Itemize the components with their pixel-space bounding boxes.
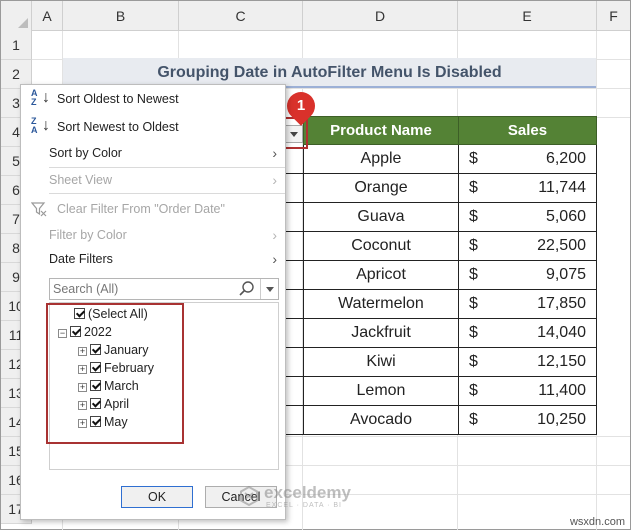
row-header-1[interactable]: 1 <box>1 31 32 60</box>
sales-value: 12,150 <box>537 353 586 370</box>
menu-separator <box>49 193 285 194</box>
table-row: Guava $5,060 <box>303 202 597 232</box>
header-sales[interactable]: Sales <box>458 116 597 145</box>
product-name-cell[interactable]: Jackfruit <box>303 318 459 348</box>
currency-symbol: $ <box>469 353 478 370</box>
sales-table: Product Name Sales Apple $6,200 Orange $… <box>303 116 597 435</box>
watermark-name: exceldemy <box>264 483 351 502</box>
table-row: Jackfruit $14,040 <box>303 318 597 348</box>
sales-cell[interactable]: $11,744 <box>458 173 597 203</box>
table-row: Avocado $10,250 <box>303 405 597 435</box>
clear-filter: Clear Filter From "Order Date" <box>21 197 285 221</box>
header-product-name[interactable]: Product Name <box>303 116 459 145</box>
table-row: Apricot $9,075 <box>303 260 597 290</box>
chevron-right-icon: › <box>272 227 277 243</box>
sales-value: 10,250 <box>537 411 586 428</box>
currency-symbol: $ <box>469 237 478 254</box>
product-name-cell[interactable]: Lemon <box>303 376 459 406</box>
watermark-tagline: EXCEL · DATA · BI <box>266 502 342 509</box>
sheet-view-label: Sheet View <box>49 173 113 187</box>
column-header-f[interactable]: F <box>597 1 630 31</box>
column-header-b[interactable]: B <box>63 1 179 31</box>
sort-oldest-to-newest[interactable]: A Z ↓ Sort Oldest to Newest <box>21 87 285 111</box>
sort-newest-to-oldest[interactable]: Z A ↓ Sort Newest to Oldest <box>21 115 285 139</box>
currency-symbol: $ <box>469 295 478 312</box>
table-row: Orange $11,744 <box>303 173 597 203</box>
sales-cell[interactable]: $9,075 <box>458 260 597 290</box>
table-row: Lemon $11,400 <box>303 376 597 406</box>
table-row: Kiwi $12,150 <box>303 347 597 377</box>
product-name-cell[interactable]: Orange <box>303 173 459 203</box>
sales-value: 5,060 <box>545 208 586 225</box>
ok-button[interactable]: OK <box>121 486 193 508</box>
sales-cell[interactable]: $5,060 <box>458 202 597 232</box>
sales-value: 11,400 <box>538 382 586 399</box>
sort-oldest-label: Sort Oldest to Newest <box>57 92 179 106</box>
sales-cell[interactable]: $12,150 <box>458 347 597 377</box>
column-header-d[interactable]: D <box>303 1 458 31</box>
product-name-cell[interactable]: Kiwi <box>303 347 459 377</box>
table-row: Apple $6,200 <box>303 144 597 174</box>
clear-filter-label: Clear Filter From "Order Date" <box>57 202 225 216</box>
select-all-corner[interactable] <box>1 1 32 31</box>
chevron-right-icon: › <box>272 145 277 161</box>
filter-by-color: Filter by Color › <box>21 223 285 247</box>
search-dropdown-button[interactable] <box>260 279 278 299</box>
product-name-cell[interactable]: Apple <box>303 144 459 174</box>
currency-symbol: $ <box>469 324 478 341</box>
sort-ascending-icon: A Z ↓ <box>31 88 50 107</box>
step-callout-number: 1 <box>296 97 306 114</box>
sales-value: 22,500 <box>537 237 586 254</box>
search-icon <box>239 281 254 296</box>
chevron-right-icon: › <box>272 172 277 188</box>
currency-symbol: $ <box>469 382 478 399</box>
sales-value: 17,850 <box>537 295 586 312</box>
product-name-cell[interactable]: Guava <box>303 202 459 232</box>
sales-cell[interactable]: $17,850 <box>458 289 597 319</box>
site-watermark: wsxdn.com <box>569 516 625 528</box>
sales-value: 14,040 <box>537 324 586 341</box>
column-header-row: A B C D E F <box>1 1 630 31</box>
exceldemy-logo-icon <box>240 485 258 507</box>
sales-cell[interactable]: $6,200 <box>458 144 597 174</box>
date-filters[interactable]: Date Filters › <box>21 247 285 271</box>
currency-symbol: $ <box>469 411 478 428</box>
sheet-view: Sheet View › <box>21 168 285 192</box>
filter-by-color-label: Filter by Color <box>49 228 127 242</box>
sales-value: 11,744 <box>538 179 586 196</box>
product-name-cell[interactable]: Coconut <box>303 231 459 261</box>
date-filters-label: Date Filters <box>49 252 113 266</box>
sort-by-color-label: Sort by Color <box>49 146 122 160</box>
currency-symbol: $ <box>469 179 478 196</box>
sort-by-color[interactable]: Sort by Color › <box>21 141 285 165</box>
column-header-e[interactable]: E <box>458 1 597 31</box>
table-row: Watermelon $17,850 <box>303 289 597 319</box>
tree-highlight-box <box>46 303 184 444</box>
sales-value: 6,200 <box>545 150 586 167</box>
sales-cell[interactable]: $14,040 <box>458 318 597 348</box>
sales-cell[interactable]: $10,250 <box>458 405 597 435</box>
clear-filter-icon <box>31 202 47 217</box>
currency-symbol: $ <box>469 266 478 283</box>
product-name-cell[interactable]: Apricot <box>303 260 459 290</box>
sort-descending-icon: Z A ↓ <box>31 116 50 135</box>
search-box[interactable]: Search (All) <box>49 278 279 300</box>
product-name-cell[interactable]: Watermelon <box>303 289 459 319</box>
sort-newest-label: Sort Newest to Oldest <box>57 120 179 134</box>
column-header-a[interactable]: A <box>32 1 63 31</box>
autofilter-menu: A Z ↓ Sort Oldest to Newest Z A ↓ Sort Newes… <box>20 84 286 520</box>
sales-value: 9,075 <box>545 266 586 283</box>
product-name-cell[interactable]: Avocado <box>303 405 459 435</box>
table-row: Coconut $22,500 <box>303 231 597 261</box>
chevron-right-icon: › <box>272 251 277 267</box>
currency-symbol: $ <box>469 150 478 167</box>
search-placeholder: Search (All) <box>53 282 119 296</box>
sales-cell[interactable]: $22,500 <box>458 231 597 261</box>
currency-symbol: $ <box>469 208 478 225</box>
column-header-c[interactable]: C <box>179 1 303 31</box>
sales-cell[interactable]: $11,400 <box>458 376 597 406</box>
